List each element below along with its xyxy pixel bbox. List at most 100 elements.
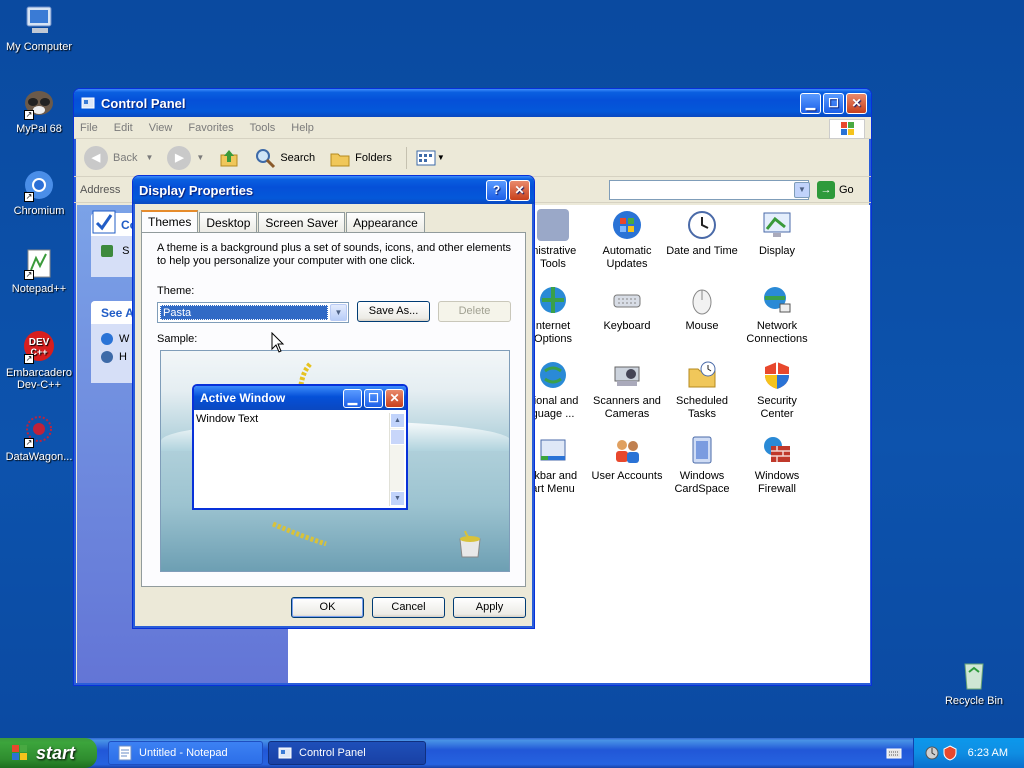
- address-input[interactable]: [609, 180, 809, 200]
- desktop-icon-my-computer[interactable]: My Computer: [0, 4, 78, 53]
- taskbar-item-control-panel[interactable]: Control Panel: [268, 741, 426, 765]
- menu-help[interactable]: Help: [291, 122, 314, 134]
- see-also-label: H: [119, 351, 127, 363]
- up-folder-button[interactable]: [218, 147, 240, 169]
- tab-desktop[interactable]: Desktop: [199, 212, 258, 232]
- menu-view[interactable]: View: [149, 122, 173, 134]
- cp-item-network-connections[interactable]: Network Connections: [738, 284, 816, 346]
- menu-edit[interactable]: Edit: [114, 122, 133, 134]
- automatic-updates-icon: [611, 209, 643, 241]
- cardspace-icon: [686, 434, 718, 466]
- desktop-icon-chromium[interactable]: ↗ Chromium: [0, 168, 78, 217]
- close-button[interactable]: ✕: [846, 92, 867, 114]
- desktop-icon-devcpp[interactable]: DEV C++ ↗ Embarcadero Dev-C++: [0, 330, 78, 391]
- back-button[interactable]: ◀ Back ▼: [84, 145, 153, 170]
- cp-item-display[interactable]: Display: [738, 209, 816, 258]
- ok-button[interactable]: OK: [291, 597, 364, 618]
- clock[interactable]: 6:23 AM: [968, 747, 1008, 759]
- dialog-close-button[interactable]: ✕: [509, 179, 530, 201]
- go-arrow-icon: →: [817, 181, 835, 199]
- cp-item-user-accounts[interactable]: User Accounts: [588, 434, 666, 483]
- display-icon: [761, 209, 793, 241]
- tab-themes[interactable]: Themes: [141, 210, 199, 232]
- network-tray-icon[interactable]: [924, 745, 940, 761]
- menu-file[interactable]: File: [80, 122, 98, 134]
- back-label: Back: [113, 151, 138, 164]
- help-button[interactable]: ?: [486, 179, 507, 201]
- cp-item-keyboard[interactable]: Keyboard: [588, 284, 666, 333]
- sample-scrollbar: ▲ ▼: [389, 413, 405, 506]
- notepad-icon: [118, 745, 132, 761]
- cp-item-label: Security Center: [757, 395, 797, 420]
- dialog-title: Display Properties: [139, 182, 254, 198]
- display-properties-dialog[interactable]: Display Properties ? ✕ Themes Desktop Sc…: [132, 175, 535, 629]
- forward-arrow-icon: ▶: [167, 145, 192, 170]
- views-button[interactable]: ▼: [405, 146, 445, 169]
- desktop-icon-datawagon[interactable]: ↗ DataWagon...: [0, 414, 78, 463]
- cancel-button[interactable]: Cancel: [372, 597, 445, 618]
- toolbar: ◀ Back ▼ ▶ ▼ Search Folders ▼: [74, 139, 871, 177]
- desktop-icon-label: DataWagon...: [5, 451, 73, 463]
- folders-label: Folders: [355, 151, 392, 164]
- desktop-icon-recycle-bin[interactable]: Recycle Bin: [935, 658, 1013, 707]
- minimize-button[interactable]: ▁: [800, 92, 821, 114]
- pasta-decoration-icon: [272, 521, 327, 546]
- cp-item-windows-cardspace[interactable]: Windows CardSpace: [663, 434, 741, 496]
- address-label: Address: [80, 183, 121, 196]
- keyboard-language-icon[interactable]: [886, 746, 902, 760]
- start-button[interactable]: start: [0, 738, 97, 768]
- paint-bucket-icon: [459, 530, 481, 558]
- desktop-icon-mypal[interactable]: ↗ MyPal 68: [0, 86, 78, 135]
- cp-item-label: Date and Time: [666, 245, 738, 257]
- control-panel-titlebar[interactable]: Control Panel ▁ ☐ ✕: [74, 89, 871, 117]
- taskbar-item-notepad[interactable]: Untitled - Notepad: [108, 741, 263, 765]
- shortcut-arrow-icon: ↗: [24, 110, 34, 120]
- delete-button[interactable]: Delete: [438, 301, 511, 322]
- display-properties-titlebar[interactable]: Display Properties ? ✕: [133, 176, 534, 204]
- cp-item-label: Scheduled Tasks: [676, 395, 728, 420]
- menu-tools[interactable]: Tools: [250, 122, 276, 134]
- address-dropdown-button[interactable]: ▼: [794, 182, 810, 198]
- switch-view-icon: [101, 245, 113, 258]
- recycle-bin-icon: [957, 658, 991, 692]
- search-button[interactable]: Search: [254, 147, 315, 169]
- chevron-down-icon[interactable]: ▼: [330, 304, 347, 321]
- pasta-decoration-icon: [298, 361, 313, 386]
- theme-selected-value: Pasta: [160, 305, 328, 320]
- cp-item-date-time[interactable]: Date and Time: [663, 209, 741, 258]
- cp-item-automatic-updates[interactable]: Automatic Updates: [588, 209, 666, 271]
- desktop-icon-notepadpp[interactable]: ↗ Notepad++: [0, 246, 78, 295]
- cp-item-mouse[interactable]: Mouse: [663, 284, 741, 333]
- sample-close-icon: ✕: [385, 388, 404, 408]
- cp-item-security-center[interactable]: Security Center: [738, 359, 816, 421]
- sample-maximize-icon: ☐: [364, 388, 383, 408]
- cp-item-scanners-cameras[interactable]: Scanners and Cameras: [588, 359, 666, 421]
- task-pane-link-label: S: [122, 245, 130, 257]
- folders-button[interactable]: Folders: [329, 147, 392, 169]
- menu-favorites[interactable]: Favorites: [188, 122, 233, 134]
- user-accounts-icon: [611, 434, 643, 466]
- forward-button[interactable]: ▶ ▼: [167, 145, 204, 170]
- start-label: start: [36, 742, 76, 763]
- desktop: My Computer ↗ MyPal 68 ↗ Chromium ↗ Note…: [0, 0, 1024, 738]
- cp-item-scheduled-tasks[interactable]: Scheduled Tasks: [663, 359, 741, 421]
- computer-icon: [22, 4, 56, 38]
- theme-label: Theme:: [157, 285, 195, 297]
- desktop-icon-label: Notepad++: [11, 283, 67, 295]
- internet-options-icon: [537, 284, 569, 316]
- cp-item-windows-firewall[interactable]: Windows Firewall: [738, 434, 816, 496]
- tab-screen-saver[interactable]: Screen Saver: [258, 212, 346, 232]
- apply-button[interactable]: Apply: [453, 597, 526, 618]
- menu-bar: File Edit View Favorites Tools Help: [74, 117, 871, 139]
- control-panel-large-icon: [92, 210, 116, 234]
- maximize-button[interactable]: ☐: [823, 92, 844, 114]
- security-tray-icon[interactable]: [942, 745, 958, 761]
- theme-select[interactable]: Pasta ▼: [157, 302, 349, 323]
- devcpp-icon: DEV C++ ↗: [22, 330, 56, 364]
- window-title: Control Panel: [101, 95, 186, 111]
- control-panel-icon: [278, 747, 292, 759]
- sample-window-text: Window Text: [196, 413, 259, 425]
- save-as-button[interactable]: Save As...: [357, 301, 430, 322]
- go-button[interactable]: → Go: [817, 181, 854, 199]
- tab-appearance[interactable]: Appearance: [346, 212, 425, 232]
